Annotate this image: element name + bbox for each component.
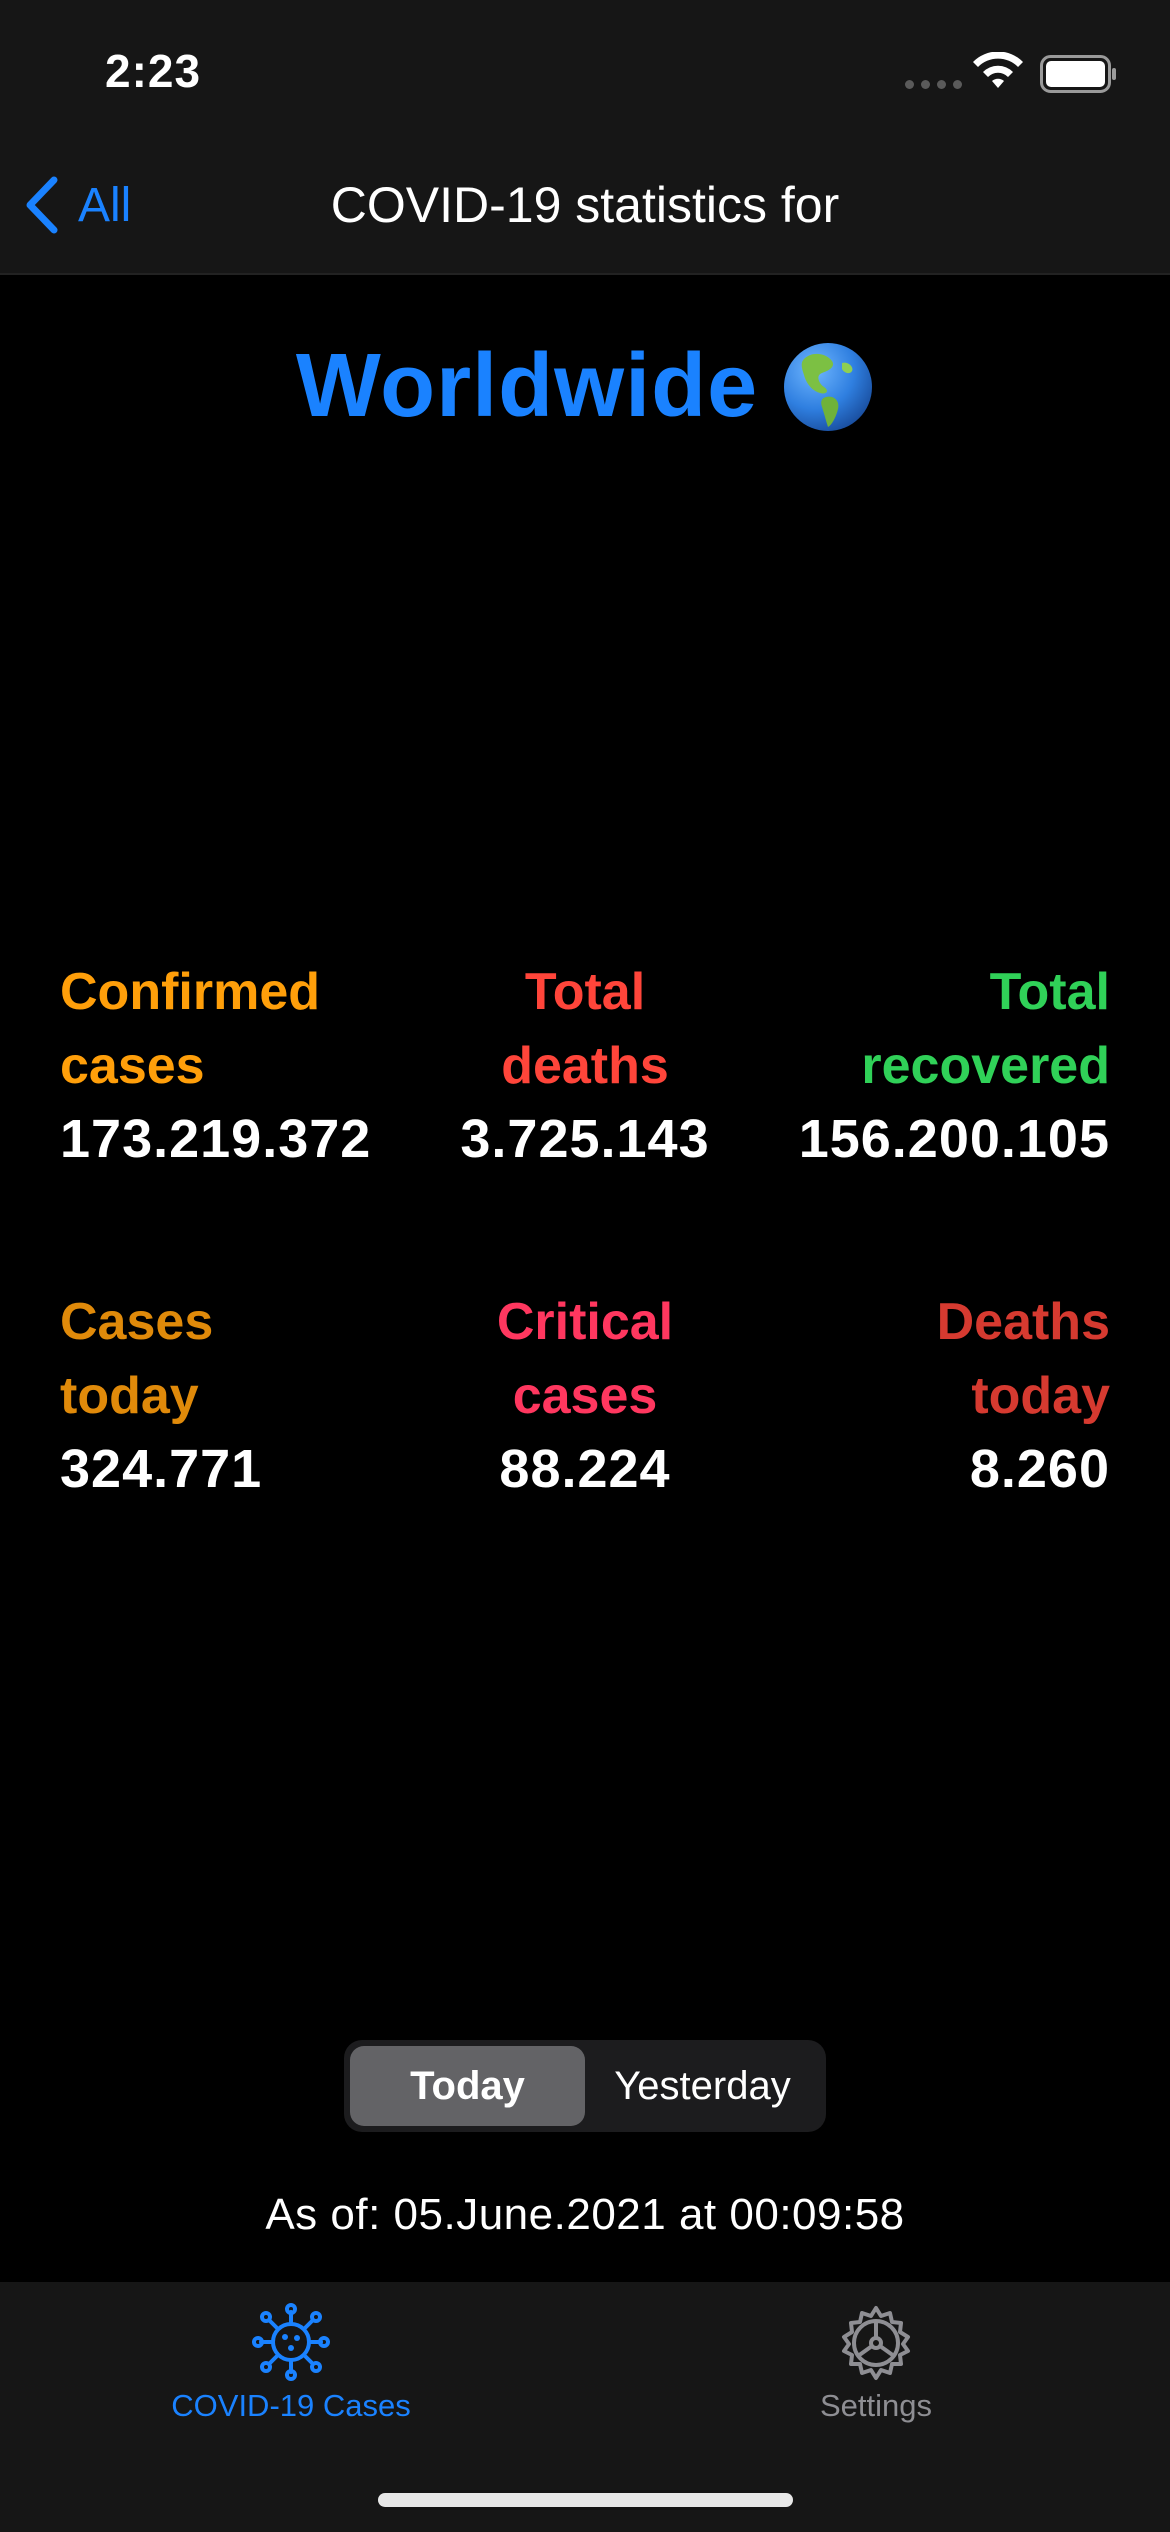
stat-label: Deaths today xyxy=(936,1293,1110,1425)
gear-icon xyxy=(842,2306,910,2380)
wifi-icon xyxy=(973,52,1023,88)
stat-value: 173.219.372 xyxy=(60,1109,372,1169)
home-indicator[interactable] xyxy=(378,2493,793,2507)
stat-value: 8.260 xyxy=(969,1439,1110,1499)
tab-covid-cases[interactable]: COVID-19 Cases xyxy=(91,2302,491,2424)
cellular-signal-icon xyxy=(905,80,962,89)
status-time: 2:23 xyxy=(105,45,202,97)
stat-label: Total deaths xyxy=(501,963,669,1095)
region-name: Worldwide xyxy=(295,336,759,436)
nav-title: COVID-19 statistics for xyxy=(330,177,840,233)
segment-today[interactable]: Today xyxy=(350,2046,585,2126)
app-screen: 2:23 All COVID-19 statistics for Worldwi… xyxy=(0,0,1170,2532)
segment-yesterday[interactable]: Yesterday xyxy=(585,2046,820,2126)
day-segmented-control: Today Yesterday xyxy=(344,2040,826,2132)
stat-confirmed-cases: Confirmed cases 173.219.372 xyxy=(60,955,410,1175)
stat-deaths-today: Deaths today 8.260 xyxy=(760,1285,1110,1505)
tab-label: COVID-19 Cases xyxy=(171,2388,411,2423)
stat-value: 324.771 xyxy=(60,1439,263,1499)
stat-label: Cases today xyxy=(60,1293,214,1425)
stats-row-totals: Confirmed cases 173.219.372 Total deaths… xyxy=(60,955,1110,1175)
stat-value: 156.200.105 xyxy=(798,1109,1110,1169)
status-bar: 2:23 xyxy=(0,0,1170,150)
virus-icon xyxy=(252,2303,330,2381)
stat-value: 3.725.143 xyxy=(460,1109,710,1169)
region-header: Worldwide xyxy=(0,335,1170,438)
battery-icon xyxy=(1040,55,1116,93)
stat-total-recovered: Total recovered 156.200.105 xyxy=(760,955,1110,1175)
navigation-bar: All COVID-19 statistics for xyxy=(0,150,1170,275)
stats-row-daily: Cases today 324.771 Critical cases 88.22… xyxy=(60,1285,1110,1505)
stat-label: Confirmed cases xyxy=(60,963,320,1095)
stat-label: Total recovered xyxy=(861,963,1110,1095)
stat-total-deaths: Total deaths 3.725.143 xyxy=(410,955,760,1175)
last-updated-text: As of: 05.June.2021 at 00:09:58 xyxy=(265,2190,905,2239)
tab-settings[interactable]: Settings xyxy=(676,2302,1076,2424)
globe-americas-icon xyxy=(784,342,873,431)
stat-critical-cases: Critical cases 88.224 xyxy=(410,1285,760,1505)
tab-label: Settings xyxy=(819,2388,932,2423)
stat-label: Critical cases xyxy=(496,1293,674,1425)
stat-value: 88.224 xyxy=(499,1439,671,1499)
stat-cases-today: Cases today 324.771 xyxy=(60,1285,410,1505)
